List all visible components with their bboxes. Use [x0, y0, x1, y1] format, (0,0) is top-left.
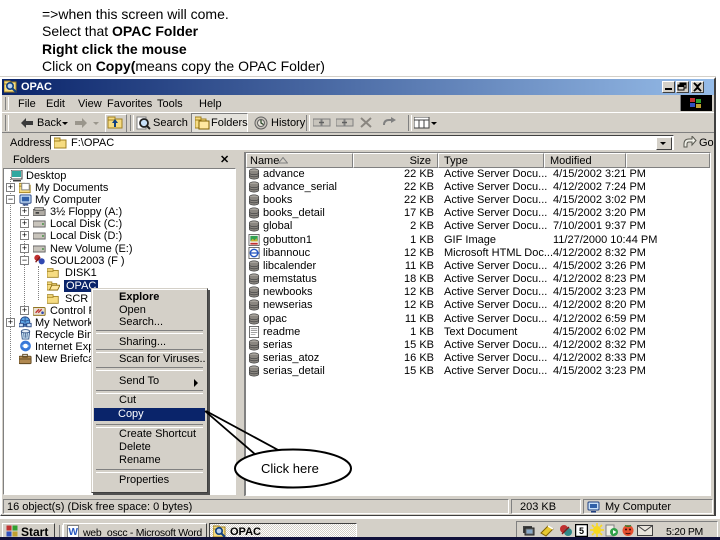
svg-text:5: 5 [579, 526, 584, 536]
svg-text:Click here: Click here [261, 461, 319, 476]
